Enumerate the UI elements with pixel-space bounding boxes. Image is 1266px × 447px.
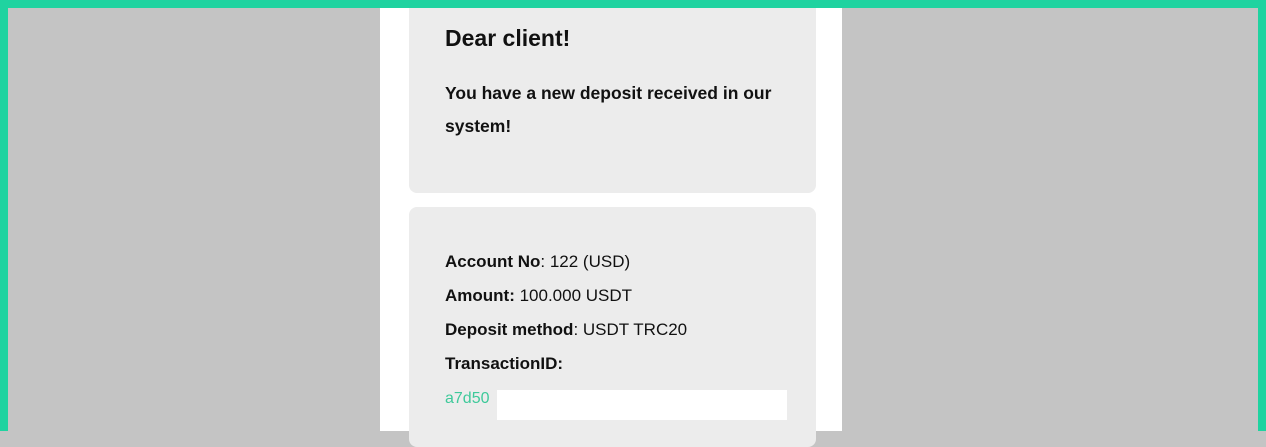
email-screen: Dear client! You have a new deposit rece… [380,0,842,447]
amount-label: Amount: [445,286,515,305]
right-gray-margin [842,0,1266,431]
amount-row: Amount: 100.000 USDT [445,286,632,306]
account-no-label: Account No [445,252,541,271]
transaction-id-link[interactable]: a7d50 [445,390,490,408]
transaction-id-label: TransactionID: [445,354,564,373]
deposit-details-card: Account No: 122 (USD) Amount: 100.000 US… [409,207,816,447]
deposit-method-row: Deposit method: USDT TRC20 [445,320,687,340]
deposit-method-label: Deposit method [445,320,574,339]
account-no-row: Account No: 122 (USD) [445,252,630,272]
deposit-notice-message: You have a new deposit received in our s… [445,83,772,136]
amount-value: 100.000 USDT [514,286,633,305]
greeting-card: Dear client! You have a new deposit rece… [409,0,816,193]
greeting-title: Dear client! [445,25,571,51]
left-gray-margin [0,0,380,431]
redaction-box [497,390,787,420]
deposit-method-value: : USDT TRC20 [573,320,688,339]
account-no-value: : 122 (USD) [540,252,631,271]
transaction-id-row: TransactionID: [445,354,563,374]
